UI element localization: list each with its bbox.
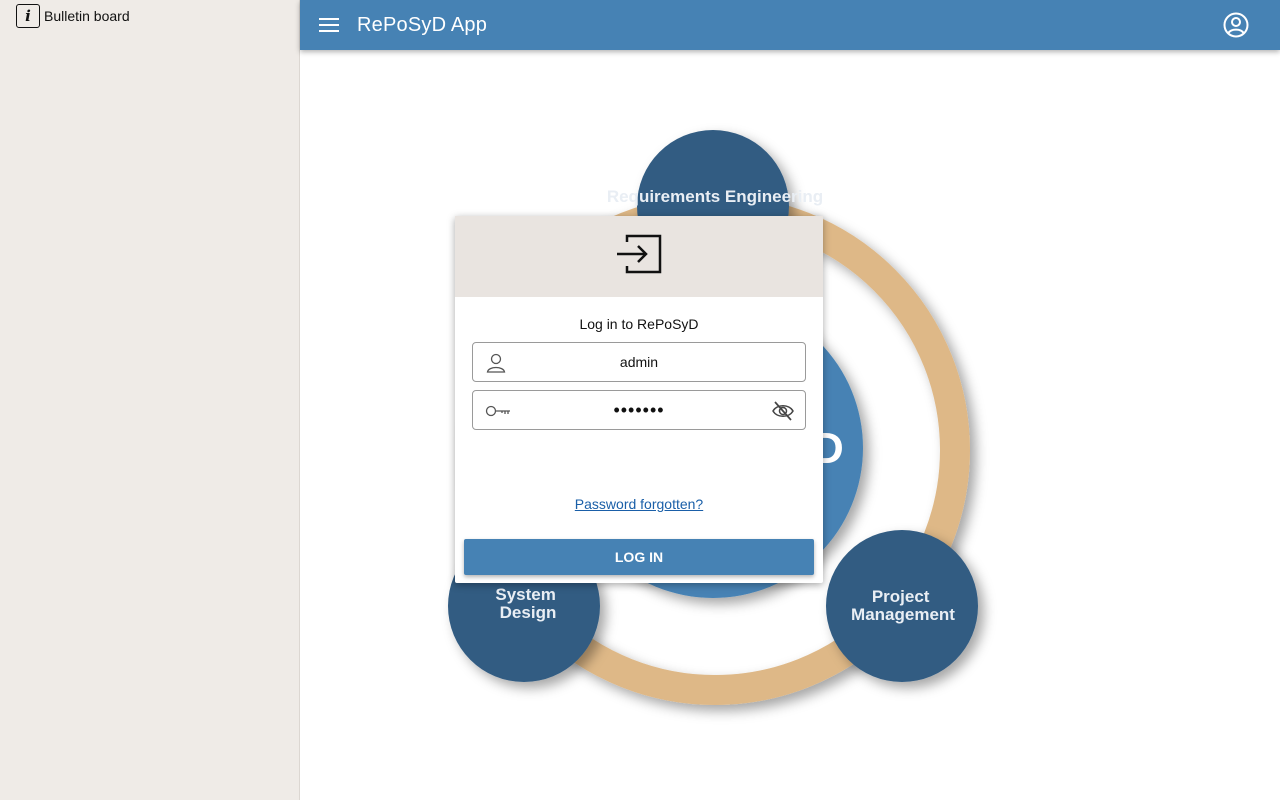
eye-off-icon[interactable] xyxy=(771,399,795,423)
username-field[interactable] xyxy=(472,342,806,382)
node-label: Requirements Engineering xyxy=(607,187,823,206)
key-icon xyxy=(485,400,510,422)
menu-icon[interactable] xyxy=(318,14,340,36)
app-title: RePoSyD App xyxy=(357,13,488,36)
node-label-line: Management xyxy=(851,605,955,624)
account-circle-icon[interactable] xyxy=(1223,12,1249,38)
username-input[interactable] xyxy=(513,343,765,381)
forgot-password-link[interactable]: Password forgotten? xyxy=(575,496,703,512)
svg-text:System Design: System Design xyxy=(495,585,560,622)
node-label-line: Design xyxy=(500,603,557,622)
password-field[interactable] xyxy=(472,390,806,430)
sidebar-item-label: Bulletin board xyxy=(44,8,130,24)
node-label-line: System xyxy=(495,585,555,604)
user-icon xyxy=(485,352,507,374)
app-header: RePoSyD App xyxy=(300,0,1280,50)
login-button[interactable]: LOG IN xyxy=(464,539,814,575)
forgot-password-container: Password forgotten? xyxy=(455,496,823,514)
sidebar: i Bulletin board xyxy=(0,0,300,800)
node-project-management: Project Management xyxy=(826,530,978,682)
login-dialog-header xyxy=(455,216,823,297)
password-input[interactable] xyxy=(513,391,765,429)
login-dialog: Log in to RePoSyD Password forgot xyxy=(455,216,823,583)
login-title: Log in to RePoSyD xyxy=(579,316,699,332)
info-icon: i xyxy=(16,4,40,28)
sidebar-item-bulletin-board[interactable]: i Bulletin board xyxy=(16,4,130,28)
login-icon xyxy=(615,234,663,279)
node-label-line: Project xyxy=(872,587,930,606)
